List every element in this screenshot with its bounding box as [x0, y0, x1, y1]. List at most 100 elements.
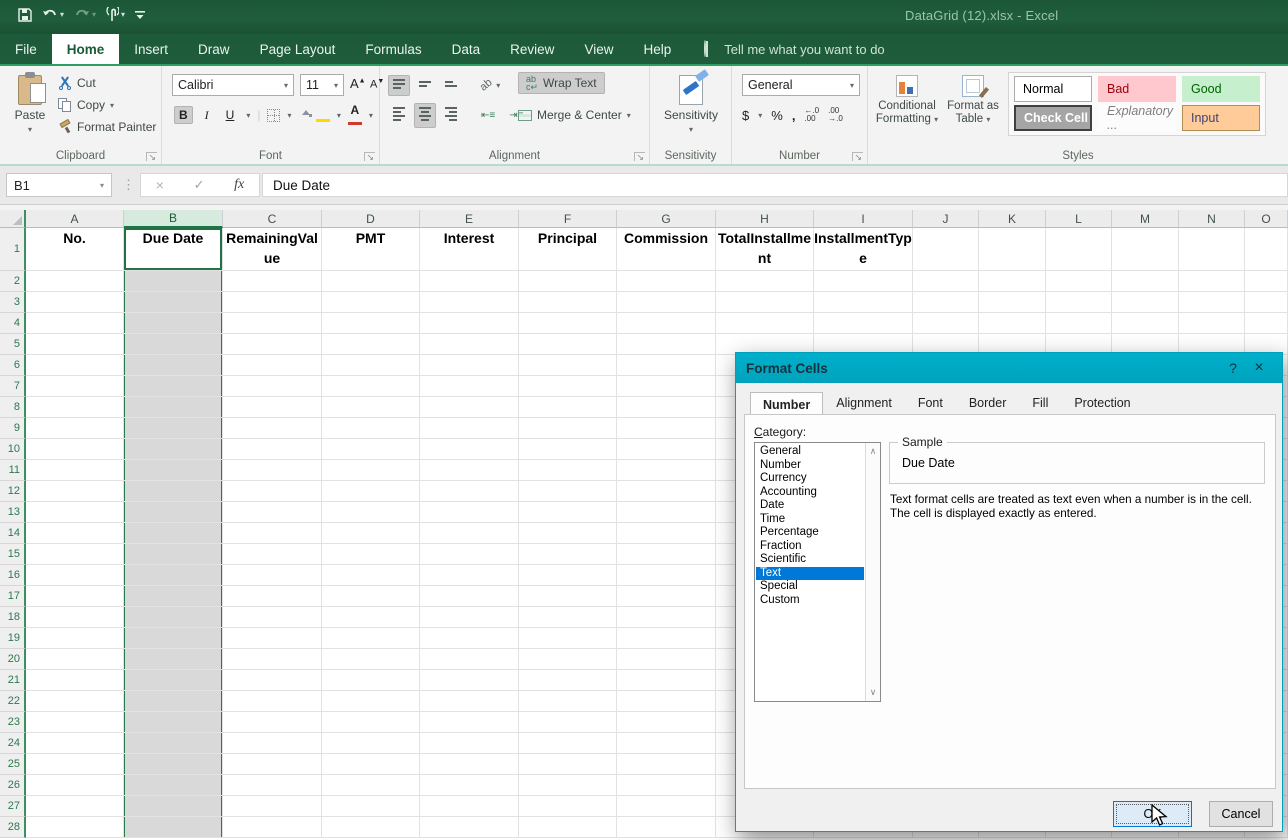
cell-F6[interactable] — [519, 355, 617, 376]
cell-C4[interactable] — [223, 313, 322, 334]
cell-E14[interactable] — [420, 523, 519, 544]
cell-G13[interactable] — [617, 502, 716, 523]
cell-C9[interactable] — [223, 418, 322, 439]
cell-C7[interactable] — [223, 376, 322, 397]
row-header-28[interactable]: 28 — [0, 817, 26, 838]
name-box[interactable]: B1▾ — [6, 173, 112, 197]
cell-B28[interactable] — [124, 817, 223, 838]
percent-style-button[interactable]: % — [771, 108, 783, 123]
cell-style-explanatory[interactable]: Explanatory ... — [1098, 105, 1176, 131]
cell-G10[interactable] — [617, 439, 716, 460]
cell-style-input[interactable]: Input — [1182, 105, 1260, 131]
cell-E22[interactable] — [420, 691, 519, 712]
redo-button[interactable]: ▾ — [74, 8, 96, 21]
cell-K4[interactable] — [979, 313, 1046, 334]
cell-L1[interactable] — [1046, 228, 1112, 271]
cell-D5[interactable] — [322, 334, 420, 355]
cell-B21[interactable] — [124, 670, 223, 691]
cell-G2[interactable] — [617, 271, 716, 292]
row-header-3[interactable]: 3 — [0, 292, 26, 313]
align-left-button[interactable] — [388, 103, 410, 128]
cell-A2[interactable] — [26, 271, 124, 292]
row-header-6[interactable]: 6 — [0, 355, 26, 376]
col-header-A[interactable]: A — [26, 210, 124, 228]
cell-D8[interactable] — [322, 397, 420, 418]
cell-G15[interactable] — [617, 544, 716, 565]
col-header-D[interactable]: D — [322, 210, 420, 228]
comma-style-button[interactable]: , — [792, 108, 796, 123]
cell-N1[interactable] — [1179, 228, 1245, 271]
cell-C2[interactable] — [223, 271, 322, 292]
cell-N2[interactable] — [1179, 271, 1245, 292]
category-time[interactable]: Time — [756, 513, 864, 527]
cell-M3[interactable] — [1112, 292, 1179, 313]
cell-A9[interactable] — [26, 418, 124, 439]
fill-color-button[interactable] — [299, 108, 330, 122]
cell-F8[interactable] — [519, 397, 617, 418]
cell-G17[interactable] — [617, 586, 716, 607]
cell-G8[interactable] — [617, 397, 716, 418]
dialog-close-button[interactable]: × — [1246, 359, 1272, 377]
cell-D17[interactable] — [322, 586, 420, 607]
row-header-1[interactable]: 1 — [0, 228, 26, 271]
italic-button[interactable]: I — [200, 106, 214, 125]
cell-B23[interactable] — [124, 712, 223, 733]
cell-C23[interactable] — [223, 712, 322, 733]
cell-C28[interactable] — [223, 817, 322, 838]
cell-B19[interactable] — [124, 628, 223, 649]
cell-A8[interactable] — [26, 397, 124, 418]
cell-I4[interactable] — [814, 313, 913, 334]
insert-function-icon[interactable]: fx — [234, 177, 244, 193]
cell-D10[interactable] — [322, 439, 420, 460]
cell-B7[interactable] — [124, 376, 223, 397]
cell-B15[interactable] — [124, 544, 223, 565]
cell-H2[interactable] — [716, 271, 814, 292]
cell-L2[interactable] — [1046, 271, 1112, 292]
cell-E25[interactable] — [420, 754, 519, 775]
cell-C17[interactable] — [223, 586, 322, 607]
cell-G21[interactable] — [617, 670, 716, 691]
cell-C10[interactable] — [223, 439, 322, 460]
category-percentage[interactable]: Percentage — [756, 526, 864, 540]
cell-F20[interactable] — [519, 649, 617, 670]
cell-D12[interactable] — [322, 481, 420, 502]
cell-G24[interactable] — [617, 733, 716, 754]
cell-E7[interactable] — [420, 376, 519, 397]
cell-A15[interactable] — [26, 544, 124, 565]
cell-F23[interactable] — [519, 712, 617, 733]
dialog-tab-number[interactable]: Number — [750, 392, 823, 416]
cell-O1[interactable] — [1245, 228, 1288, 271]
cell-E10[interactable] — [420, 439, 519, 460]
cell-D7[interactable] — [322, 376, 420, 397]
cell-O2[interactable] — [1245, 271, 1288, 292]
cell-B18[interactable] — [124, 607, 223, 628]
cell-D3[interactable] — [322, 292, 420, 313]
cell-D2[interactable] — [322, 271, 420, 292]
category-text[interactable]: Text — [756, 567, 864, 581]
tab-page-layout[interactable]: Page Layout — [245, 34, 351, 64]
formula-input[interactable]: Due Date — [262, 173, 1288, 197]
cell-A22[interactable] — [26, 691, 124, 712]
customize-quick-access-icon[interactable] — [135, 9, 145, 21]
cell-G1[interactable]: Commission — [617, 228, 716, 271]
row-header-11[interactable]: 11 — [0, 460, 26, 481]
dialog-tab-protection[interactable]: Protection — [1061, 392, 1143, 415]
align-right-button[interactable] — [440, 103, 462, 128]
row-header-18[interactable]: 18 — [0, 607, 26, 628]
cell-D27[interactable] — [322, 796, 420, 817]
cell-N3[interactable] — [1179, 292, 1245, 313]
cell-style-check-cell[interactable]: Check Cell — [1014, 105, 1092, 131]
font-dialog-launcher-icon[interactable]: ↘ — [364, 152, 375, 161]
cell-F11[interactable] — [519, 460, 617, 481]
dialog-tab-fill[interactable]: Fill — [1019, 392, 1061, 415]
cell-D4[interactable] — [322, 313, 420, 334]
cell-E3[interactable] — [420, 292, 519, 313]
row-header-20[interactable]: 20 — [0, 649, 26, 670]
cell-A20[interactable] — [26, 649, 124, 670]
cell-C25[interactable] — [223, 754, 322, 775]
col-header-J[interactable]: J — [913, 210, 979, 228]
cell-A28[interactable] — [26, 817, 124, 838]
category-listbox[interactable]: GeneralNumberCurrencyAccountingDateTimeP… — [754, 442, 881, 702]
row-header-14[interactable]: 14 — [0, 523, 26, 544]
cell-F26[interactable] — [519, 775, 617, 796]
